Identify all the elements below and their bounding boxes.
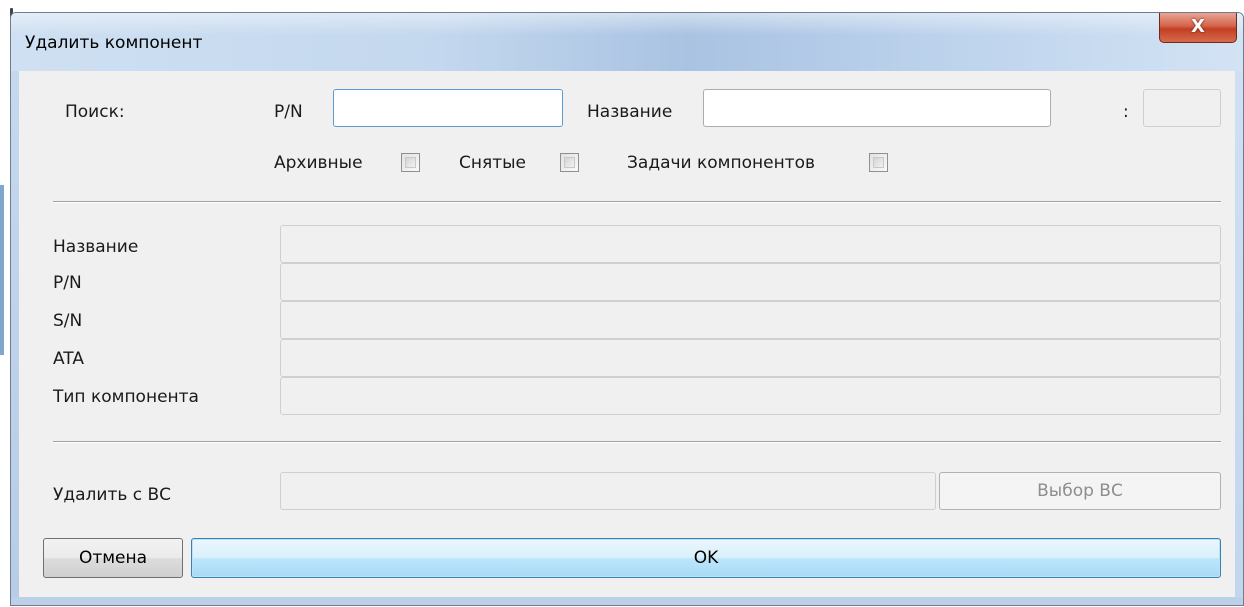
removed-filter-label: Снятые <box>459 153 526 173</box>
search-label: Поиск: <box>65 102 125 122</box>
detail-sn-label: S/N <box>53 311 83 331</box>
detail-name-label: Название <box>53 237 139 257</box>
remove-component-dialog: Удалить компонент X Поиск: P/N Название … <box>10 12 1244 606</box>
ok-button[interactable]: OK <box>191 538 1221 578</box>
window-frame-right <box>1235 71 1243 605</box>
window-frame-left <box>11 71 19 605</box>
title-bar-shine <box>11 13 1243 35</box>
select-aircraft-button[interactable]: Выбор ВС <box>939 472 1221 510</box>
cancel-button[interactable]: Отмена <box>43 538 183 578</box>
background-window-edge <box>0 185 4 355</box>
close-button[interactable]: X <box>1159 13 1237 43</box>
search-colon-label: : <box>1123 102 1129 122</box>
window-frame-bottom <box>11 597 1243 605</box>
component-tasks-checkbox[interactable] <box>869 153 888 172</box>
search-pn-input[interactable] <box>333 89 563 127</box>
detail-type-label: Тип компонента <box>53 387 199 407</box>
title-bar[interactable]: Удалить компонент X <box>11 13 1243 71</box>
search-name-input[interactable] <box>703 89 1051 127</box>
detail-type-field <box>280 377 1221 415</box>
close-icon: X <box>1191 16 1205 37</box>
detail-pn-label: P/N <box>53 273 82 293</box>
detail-name-field <box>280 225 1221 263</box>
dialog-body: Поиск: P/N Название : Архивные Снятые За… <box>19 71 1235 597</box>
detail-pn-field <box>280 263 1221 301</box>
search-name-label: Название <box>587 102 673 122</box>
search-extra-field <box>1143 89 1221 127</box>
search-pn-label: P/N <box>274 102 303 122</box>
archive-checkbox[interactable] <box>401 153 420 172</box>
removed-checkbox[interactable] <box>560 153 579 172</box>
detail-sn-field <box>280 301 1221 339</box>
separator-bottom <box>53 441 1221 443</box>
remove-from-aircraft-field <box>280 472 936 510</box>
detail-ata-label: ATA <box>53 349 85 369</box>
separator-top <box>53 201 1221 203</box>
remove-from-aircraft-label: Удалить с ВС <box>53 485 172 505</box>
archive-filter-label: Архивные <box>274 153 363 173</box>
component-tasks-filter-label: Задачи компонентов <box>627 153 816 173</box>
detail-ata-field <box>280 339 1221 377</box>
window-title: Удалить компонент <box>25 33 203 53</box>
